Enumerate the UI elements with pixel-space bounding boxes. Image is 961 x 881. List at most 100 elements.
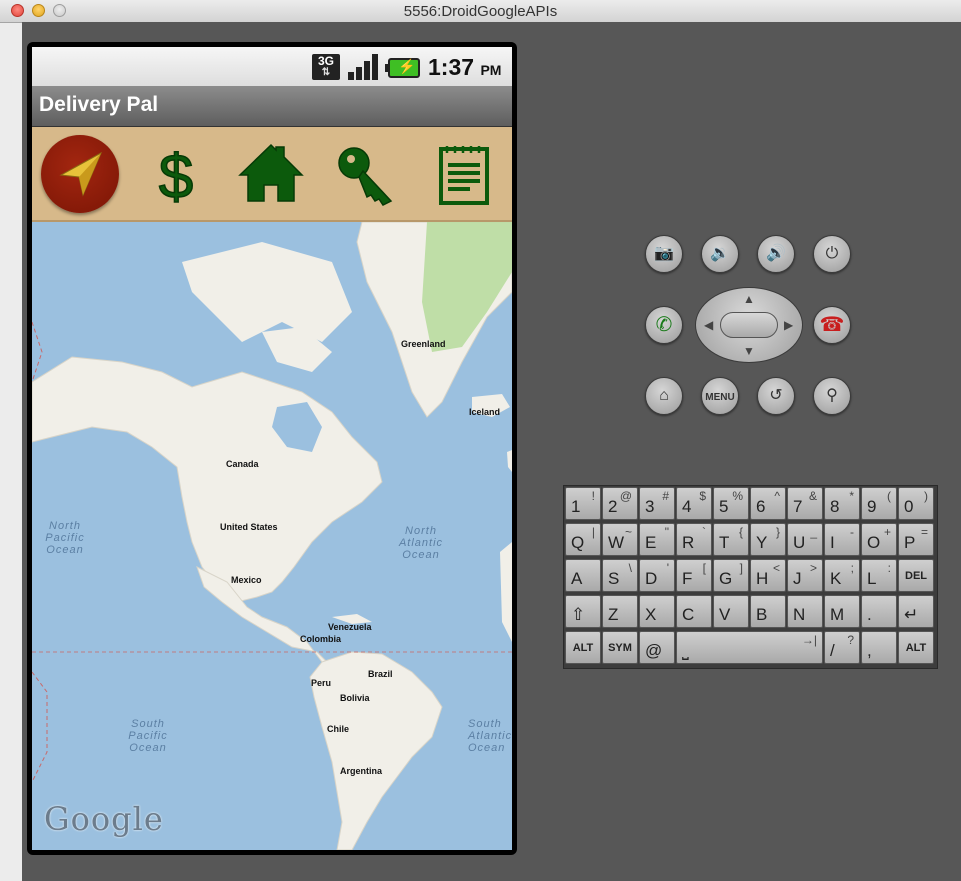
key-row1-3[interactable]: 4 $ [676,487,712,520]
keys-button[interactable] [329,135,407,213]
key-row3-5[interactable]: H < [750,559,786,592]
payments-button[interactable]: $ [137,135,215,213]
key-row3-3[interactable]: F[ [676,559,712,592]
key-label: Z [608,605,619,624]
key-row3-2[interactable]: D ' [639,559,675,592]
menu-button[interactable]: MENU [701,377,739,415]
map-label-colombia: Colombia [300,634,342,644]
dpad-right-icon[interactable]: ▶ [784,318,793,332]
key-row2-5[interactable]: Y} [750,523,786,556]
key-row4-5[interactable]: B [750,595,786,628]
map-label-brazil: Brazil [368,669,393,679]
key-alt-label: " [664,525,669,539]
key-row1-8[interactable]: 9( [861,487,897,520]
key-label: P [904,533,916,552]
key-label: ⎵ [682,641,689,660]
key-row1-6[interactable]: 7 & [787,487,823,520]
key-row3-0[interactable]: A [565,559,601,592]
key-row1-1[interactable]: 2 @ [602,487,638,520]
navigation-button[interactable] [41,135,119,213]
key-row4-8[interactable]: . [861,595,897,628]
key-row2-6[interactable]: U _ [787,523,823,556]
key-row2-1[interactable]: W ~ [602,523,638,556]
emulator-window: 5556:DroidGoogleAPIs 3G ⇅ ⚡ 1:37 PM Deliv… [0,0,961,881]
app-toolbar: $ [32,127,512,222]
google-logo: Google [44,800,164,838]
key-row4-7[interactable]: M [824,595,860,628]
search-button[interactable]: ⚲ [813,377,851,415]
key-row5-1[interactable]: SYM [602,631,638,664]
home-hw-button[interactable]: ⌂ [645,377,683,415]
notes-button[interactable] [425,135,503,213]
key-row3-1[interactable]: S \ [602,559,638,592]
key-row3-7[interactable]: K; [824,559,860,592]
back-button[interactable]: ↺ [757,377,795,415]
key-row1-9[interactable]: 0) [898,487,934,520]
notepad-icon [439,146,489,205]
key-row5-5[interactable]: , [861,631,897,664]
key-row1-7[interactable]: 8 * [824,487,860,520]
key-row5-2[interactable]: @ [639,631,675,664]
key-row2-2[interactable]: E " [639,523,675,556]
volume-up-button[interactable]: 🔊 [757,235,795,273]
key-row5-6[interactable]: ALT [898,631,934,664]
key-row5-0[interactable]: ALT [565,631,601,664]
key-row1-0[interactable]: 1! [565,487,601,520]
key-label: ⇧ [571,605,586,624]
status-bar: 3G ⇅ ⚡ 1:37 PM [32,47,512,86]
key-label: F [682,569,693,588]
key-row2-7[interactable]: I- [824,523,860,556]
volume-up-icon: 🔊 [766,245,786,262]
key-row3-9[interactable]: DEL [898,559,934,592]
key-row2-3[interactable]: R ` [676,523,712,556]
key-row1-2[interactable]: 3 # [639,487,675,520]
key-row2-4[interactable]: T{ [713,523,749,556]
key-row3-6[interactable]: J > [787,559,823,592]
end-call-icon: ☎ [819,314,845,336]
home-icon [238,143,304,202]
key-row2-9[interactable]: P = [898,523,934,556]
key-row4-3[interactable]: C [676,595,712,628]
key-row3-8[interactable]: L: [861,559,897,592]
camera-button[interactable]: 📷 [645,235,683,273]
key-alt-label: > [809,561,817,575]
key-label: 5 [719,497,729,516]
dpad[interactable]: ▲ ▼ ◀ ▶ [695,287,803,363]
device-screen: 3G ⇅ ⚡ 1:37 PM Delivery Pal $ Greenland … [32,47,512,850]
menu-label: MENU [705,392,735,403]
key-row4-0[interactable]: ⇧ [565,595,601,628]
dpad-left-icon[interactable]: ◀ [704,318,713,332]
key-alt-label: - [850,525,854,539]
key-row5-4[interactable]: /? [824,631,860,664]
key-row4-6[interactable]: N [787,595,823,628]
key-row4-1[interactable]: Z [602,595,638,628]
map-view[interactable]: Greenland Iceland Canada United States M… [32,222,512,850]
key-row5-3[interactable]: ⎵ →| [676,631,823,664]
dpad-center-button[interactable] [720,312,778,338]
key-label: R [682,533,695,552]
key-row3-4[interactable]: G] [713,559,749,592]
key-row1-4[interactable]: 5% [713,487,749,520]
home-button[interactable] [232,135,310,213]
call-button[interactable]: ✆ [645,306,683,344]
dpad-up-icon[interactable]: ▲ [743,292,755,306]
key-row1-5[interactable]: 6 ^ [750,487,786,520]
key-row4-9[interactable]: ↵ [898,595,934,628]
home-icon: ⌂ [659,387,669,404]
key-row2-8[interactable]: O + [861,523,897,556]
key-label: O [867,533,881,552]
back-icon: ↺ [769,387,783,404]
key-row4-2[interactable]: X [639,595,675,628]
volume-down-button[interactable]: 🔉 [701,235,739,273]
power-button[interactable]: ⏻ [813,235,851,273]
network-type-label: 3G [317,54,334,68]
key-label: C [682,605,695,624]
key-alt-label: * [849,489,854,503]
dpad-down-icon[interactable]: ▼ [743,344,755,358]
app-title: Delivery Pal [39,93,159,116]
key-row2-0[interactable]: Q | [565,523,601,556]
key-label: I [830,533,835,552]
key-alt-label: = [920,525,928,539]
end-call-button[interactable]: ☎ [813,306,851,344]
key-row4-4[interactable]: V [713,595,749,628]
